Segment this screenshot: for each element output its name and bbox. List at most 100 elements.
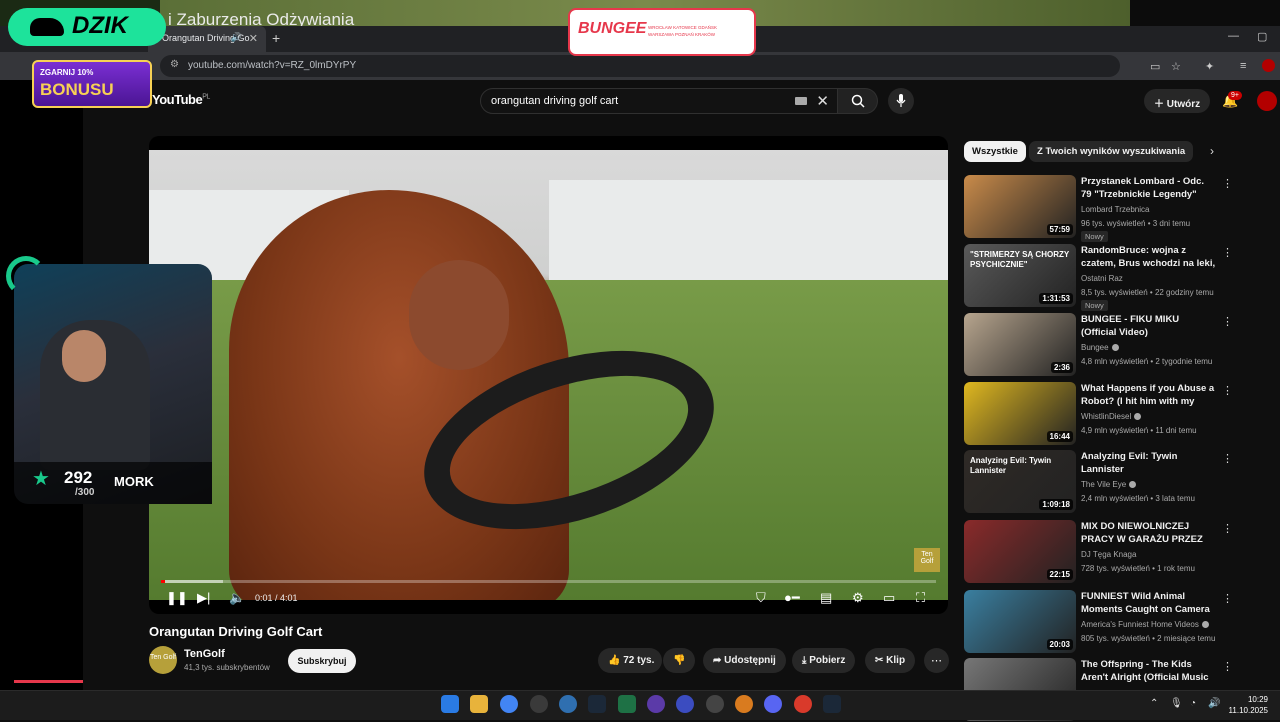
chevron-right-icon[interactable]: › <box>1210 144 1214 158</box>
settings-gear-icon[interactable]: ⚙ <box>852 590 864 606</box>
app-icon-3[interactable] <box>676 695 694 713</box>
spreadsheet-icon[interactable] <box>618 695 636 713</box>
recommendation-channel[interactable]: Bungee <box>1081 343 1119 352</box>
recommendation-thumbnail[interactable]: 57:59 <box>964 175 1076 238</box>
discord-icon[interactable] <box>764 695 782 713</box>
more-options-icon[interactable]: ⋮ <box>1222 522 1233 535</box>
extensions-icon[interactable]: ✦ <box>1205 60 1214 73</box>
obs-icon[interactable] <box>706 695 724 713</box>
url-field[interactable]: ⚙ youtube.com/watch?v=RZ_0lmDYrPY <box>160 55 1120 77</box>
search-input[interactable]: orangutan driving golf cart ✕ <box>480 88 838 114</box>
volume-icon[interactable]: 🔈 <box>229 590 245 606</box>
recommendation-channel[interactable]: The Vile Eye <box>1081 480 1137 489</box>
media-control-icon[interactable]: ≡ <box>1240 60 1246 72</box>
tab-close-icon[interactable]: ✕ <box>249 32 258 45</box>
recommendation-thumbnail[interactable]: "STRIMERZY SĄ CHORZY PSYCHICZNIE" 1:31:53 <box>964 244 1076 307</box>
minimize-button[interactable]: — <box>1228 30 1239 42</box>
recommendation-item[interactable]: Analyzing Evil: Tywin Lannister 1:09:18 An… <box>964 450 1264 514</box>
search-button[interactable] <box>838 88 878 114</box>
recommendation-item[interactable]: 57:59 Przystanek Lombard - Odc. 79 "Trzeb… <box>964 175 1264 242</box>
cast-icon[interactable]: ▭ <box>1150 60 1160 73</box>
app-icon-4[interactable] <box>735 695 753 713</box>
voice-search-button[interactable] <box>888 88 914 114</box>
recommendation-thumbnail[interactable]: 22:15 <box>964 520 1076 583</box>
new-tab-button[interactable]: + <box>272 30 280 46</box>
bookmark-star-icon[interactable]: ☆ <box>1171 60 1181 73</box>
more-actions-button[interactable]: ⋯ <box>924 648 949 673</box>
file-explorer-icon[interactable] <box>470 695 488 713</box>
recommendation-title[interactable]: Analyzing Evil: Tywin Lannister <box>1081 450 1216 476</box>
taskbar-clock[interactable]: 10:29 11.10.2025 <box>1228 694 1268 716</box>
fullscreen-icon[interactable]: ⛶ <box>916 590 925 606</box>
dislike-button[interactable]: 👎 <box>663 648 695 673</box>
account-avatar[interactable] <box>1257 91 1277 111</box>
profile-avatar[interactable] <box>1262 59 1275 72</box>
privacy-shield-icon[interactable]: ⛉ <box>756 590 766 606</box>
recommendation-channel[interactable]: America's Funniest Home Videos <box>1081 620 1209 629</box>
tray-wifi-icon[interactable]: ◔ <box>1190 698 1196 709</box>
speaker-icon[interactable]: 🔊 <box>231 32 242 43</box>
pause-icon[interactable]: ❚❚ <box>166 590 188 606</box>
recommendation-thumbnail[interactable]: Analyzing Evil: Tywin Lannister 1:09:18 <box>964 450 1076 513</box>
more-options-icon[interactable]: ⋮ <box>1222 452 1233 465</box>
recommendation-title[interactable]: FUNNIEST Wild Animal Moments Caught on C… <box>1081 590 1216 616</box>
like-button[interactable]: 👍 72 tys. <box>598 648 662 673</box>
steam-icon[interactable] <box>588 695 606 713</box>
more-options-icon[interactable]: ⋮ <box>1222 315 1233 328</box>
site-settings-icon[interactable]: ⚙ <box>170 59 179 70</box>
share-button[interactable]: ➦ Udostępnij <box>703 648 786 673</box>
recommendation-item[interactable]: 16:44 What Happens if you Abuse a Robot? … <box>964 382 1264 446</box>
maximize-button[interactable]: ▢ <box>1257 30 1267 43</box>
recommendation-title[interactable]: The Offspring - The Kids Aren't Alright … <box>1081 658 1216 685</box>
subtitles-icon[interactable]: ▤ <box>820 590 832 606</box>
recommendation-thumbnail[interactable]: 20:03 <box>964 590 1076 653</box>
more-options-icon[interactable]: ⋮ <box>1222 177 1233 190</box>
recommendation-title[interactable]: BUNGEE - FIKU MIKU (Official Video) <box>1081 313 1216 339</box>
tray-microphone-icon[interactable]: 🎙 <box>1170 698 1183 709</box>
recommendation-channel[interactable]: Lombard Trzebnica <box>1081 205 1149 214</box>
recommendation-title[interactable]: MIX DO NIEWOLNICZEJ PRACY W GARAŻU PRZEZ… <box>1081 520 1216 547</box>
recommendation-item[interactable]: 22:15 MIX DO NIEWOLNICZEJ PRACY W GARAŻU … <box>964 520 1264 584</box>
subscribe-button[interactable]: Subskrybuj <box>288 649 356 673</box>
theater-mode-icon[interactable]: ▭ <box>883 590 895 606</box>
keyboard-icon[interactable] <box>795 97 807 105</box>
clear-search-icon[interactable]: ✕ <box>816 92 829 110</box>
app-icon-5[interactable] <box>794 695 812 713</box>
chrome-icon[interactable] <box>500 695 518 713</box>
recommendation-title[interactable]: What Happens if you Abuse a Robot? (I hi… <box>1081 382 1216 409</box>
app-icon[interactable] <box>530 695 548 713</box>
windows-start-icon[interactable] <box>441 695 459 713</box>
recommendation-channel[interactable]: DJ Tęga Knaga <box>1081 550 1136 559</box>
recommendation-title[interactable]: RandomBruce: wojna z czatem, Brus wchodz… <box>1081 244 1216 271</box>
more-options-icon[interactable]: ⋮ <box>1222 246 1233 259</box>
tray-volume-icon[interactable]: 🔊 <box>1208 698 1220 709</box>
youtube-logo[interactable]: YouTubePL <box>152 92 210 107</box>
recommendation-title[interactable]: Przystanek Lombard - Odc. 79 "Trzebnicki… <box>1081 175 1216 201</box>
recommendation-thumbnail[interactable]: 2:36 <box>964 313 1076 376</box>
chip-all[interactable]: Wszystkie <box>964 141 1026 162</box>
chip-from-search[interactable]: Z Twoich wyników wyszukiwania <box>1029 141 1194 162</box>
channel-name[interactable]: TenGolf <box>184 648 225 660</box>
recommendation-thumbnail[interactable]: 16:44 <box>964 382 1076 445</box>
more-options-icon[interactable]: ⋮ <box>1222 660 1233 673</box>
channel-watermark[interactable]: Ten Golf <box>914 548 940 572</box>
more-options-icon[interactable]: ⋮ <box>1222 592 1233 605</box>
recommendation-item[interactable]: "STRIMERZY SĄ CHORZY PSYCHICZNIE" 1:31:53… <box>964 244 1264 311</box>
app-icon-2[interactable] <box>647 695 665 713</box>
steam-icon-2[interactable] <box>823 695 841 713</box>
recommendation-item[interactable]: 2:36 BUNGEE - FIKU MIKU (Official Video) B… <box>964 313 1264 377</box>
download-button[interactable]: ⤓ Pobierz <box>792 648 856 673</box>
create-button[interactable]: ＋ Utwórz <box>1144 89 1210 113</box>
next-icon[interactable]: ▶| <box>197 590 210 606</box>
autoplay-toggle[interactable]: ●━ <box>784 590 800 606</box>
cursor-app-icon[interactable] <box>559 695 577 713</box>
recommendation-channel[interactable]: Ostatni Raz <box>1081 274 1123 283</box>
clip-button[interactable]: ✂ Klip <box>865 648 916 673</box>
recommendation-channel[interactable]: WhistlinDiesel <box>1081 412 1142 421</box>
progress-bar[interactable] <box>161 580 936 583</box>
more-options-icon[interactable]: ⋮ <box>1222 384 1233 397</box>
video-frame[interactable] <box>149 150 948 600</box>
channel-avatar[interactable]: Ten Golf <box>149 646 177 674</box>
recommendation-item[interactable]: 20:03 FUNNIEST Wild Animal Moments Caught… <box>964 590 1264 654</box>
tray-chevron-up-icon[interactable]: ⌃ <box>1150 698 1158 709</box>
